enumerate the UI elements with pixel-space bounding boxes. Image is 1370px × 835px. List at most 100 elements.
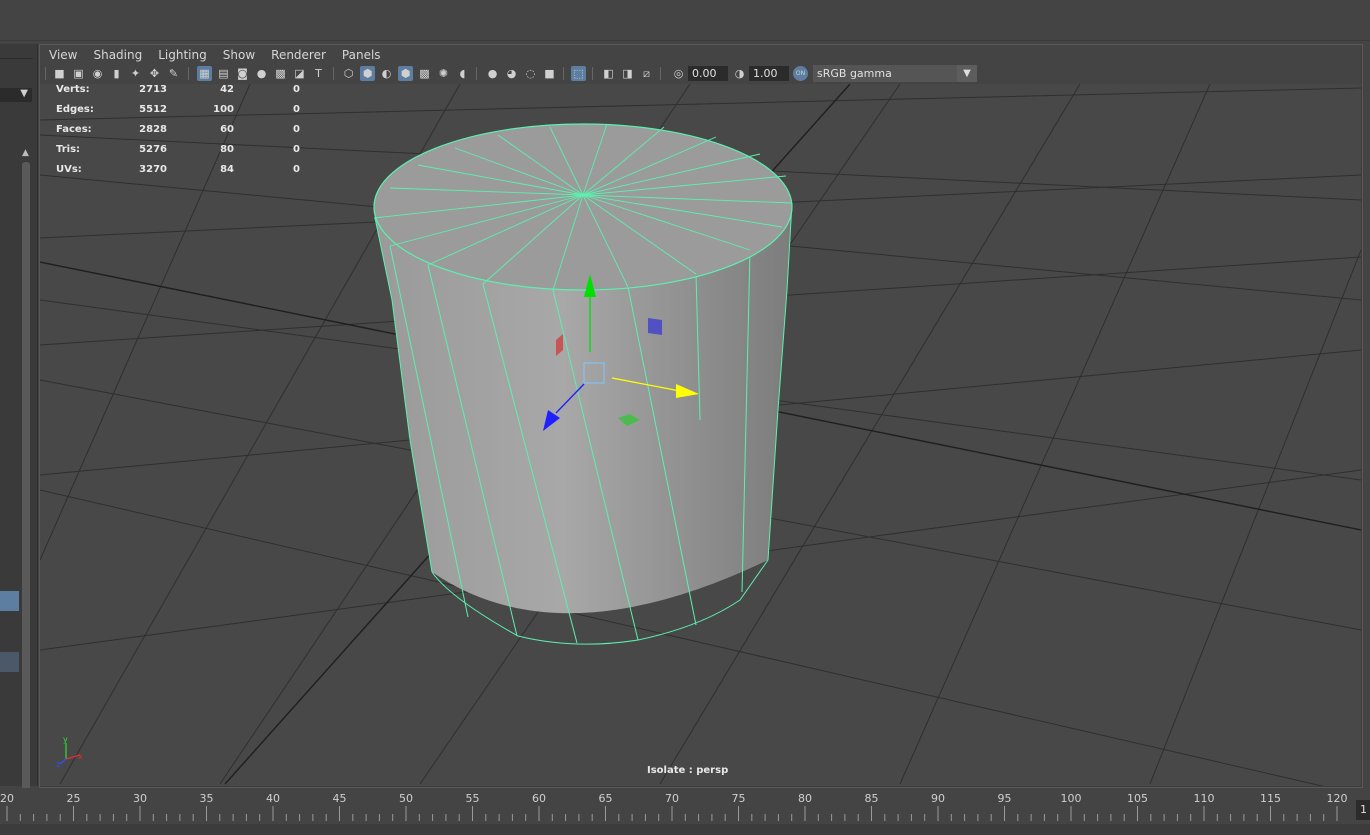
xray-components-icon[interactable]: ⧄ (639, 66, 654, 81)
camera-attributes-icon[interactable]: ▣ (71, 66, 86, 81)
toolbar-separator (476, 67, 477, 80)
toolbar-separator (333, 67, 334, 80)
axis-x-label: x (78, 752, 83, 761)
screen-space-ao-icon[interactable]: ● (485, 66, 500, 81)
polygon-cylinder[interactable] (373, 123, 793, 645)
hud-label: Verts: (56, 84, 90, 95)
hud-selected-value: 84 (220, 164, 234, 175)
frame-tick-label: 90 (931, 792, 945, 805)
menu-lighting[interactable]: Lighting (150, 45, 215, 65)
chevron-down-icon: ▼ (20, 88, 28, 99)
axis-y-label: y (63, 735, 68, 744)
hud-row-edges: Edges: 5512 100 0 (56, 104, 316, 124)
hud-component-value: 0 (293, 124, 300, 135)
hud-component-value: 0 (293, 104, 300, 115)
viewport-menu-bar: View Shading Lighting Show Renderer Pane… (40, 45, 1361, 65)
axis-z-label: z (56, 760, 60, 769)
exposure-field[interactable]: 0.00 (688, 66, 728, 81)
hud-scene-value: 5276 (139, 144, 167, 155)
frame-tick-label: 120 (1326, 792, 1348, 805)
hud-component-value: 0 (293, 144, 300, 155)
panel-scrollbar[interactable] (22, 162, 30, 798)
smooth-shade-icon[interactable]: ⬢ (360, 66, 375, 81)
frame-tick-label: 35 (199, 792, 214, 805)
grease-pencil-icon[interactable]: ✎ (166, 66, 181, 81)
wireframe-icon[interactable]: ⬡ (341, 66, 356, 81)
depth-of-field-icon[interactable]: ■ (542, 66, 557, 81)
menu-shading[interactable]: Shading (85, 45, 150, 65)
menu-show[interactable]: Show (215, 45, 263, 65)
motion-blur-icon[interactable]: ◕ (504, 66, 519, 81)
menu-panels[interactable]: Panels (334, 45, 389, 65)
bookmark-camera-icon[interactable]: ◉ (90, 66, 105, 81)
plane-xy-handle[interactable] (648, 318, 662, 335)
frame-tick-label: 80 (798, 792, 812, 805)
chevron-down-icon[interactable]: ▼ (957, 65, 977, 82)
hud-scene-value: 2828 (139, 124, 167, 135)
film-gate-icon[interactable]: ▤ (216, 66, 231, 81)
current-frame-field[interactable]: 1 (1356, 800, 1370, 820)
hud-selected-value: 80 (220, 144, 234, 155)
hud-label: UVs: (56, 164, 82, 175)
frame-tick-label: 45 (332, 792, 347, 805)
gamma-icon[interactable]: ◑ (732, 66, 747, 81)
panel-divider (0, 58, 33, 59)
hud-selected-value: 42 (220, 84, 234, 95)
toolbar-separator (592, 67, 593, 80)
hud-poly-count: Verts: 2713 42 0 Edges: 5512 100 0 Faces… (56, 84, 316, 184)
textured-icon[interactable]: ▩ (417, 66, 432, 81)
hud-row-uvs: UVs: 3270 84 0 (56, 164, 316, 184)
time-slider[interactable]: 20 25 30 35 40 45 50 55 60 65 70 75 80 85 90 95 100 105 11… (0, 788, 1370, 824)
frame-tick-label: 110 (1193, 792, 1215, 805)
frame-tick-label: 115 (1260, 792, 1281, 805)
frame-tick-label: 95 (997, 792, 1012, 805)
isolate-select-icon[interactable]: ⬚ (571, 66, 586, 81)
panel-dropdown[interactable]: ▼ (0, 88, 32, 102)
frame-tick-label: 100 (1060, 792, 1082, 805)
hud-component-value: 0 (293, 164, 300, 175)
frame-tick-label: 20 (0, 792, 14, 805)
exposure-icon[interactable]: ◎ (671, 66, 686, 81)
frame-tick-label: 65 (598, 792, 613, 805)
camera-select-icon[interactable]: ■ (52, 66, 67, 81)
anti-aliasing-icon[interactable]: ◌ (523, 66, 538, 81)
safe-action-icon[interactable]: ◪ (292, 66, 307, 81)
hud-component-value: 0 (293, 84, 300, 95)
toolbar-separator (660, 67, 661, 80)
scroll-up-arrow-icon[interactable]: ▲ (22, 148, 29, 158)
default-material-icon[interactable]: ◐ (379, 66, 394, 81)
resolution-gate-icon[interactable]: ◙ (235, 66, 250, 81)
gamma-field[interactable]: 1.00 (749, 66, 789, 81)
frame-tick-label: 50 (399, 792, 413, 805)
menu-renderer[interactable]: Renderer (263, 45, 334, 65)
safe-title-icon[interactable]: T (311, 66, 326, 81)
frame-tick-label: 30 (133, 792, 147, 805)
hud-scene-value: 3270 (139, 164, 167, 175)
frame-tick-label: 55 (465, 792, 480, 805)
hud-scene-value: 5512 (139, 104, 167, 115)
image-plane-icon[interactable]: ✦ (128, 66, 143, 81)
xray-icon[interactable]: ◧ (601, 66, 616, 81)
lights-icon[interactable]: ✺ (436, 66, 451, 81)
frame-tick-label: 85 (864, 792, 879, 805)
selected-item-highlight[interactable] (0, 591, 19, 611)
bookmark-icon[interactable]: ▮ (109, 66, 124, 81)
3d-viewport-scene[interactable] (40, 84, 1361, 786)
frame-tick-label: 40 (266, 792, 280, 805)
frame-tick-label: 60 (532, 792, 546, 805)
grid-icon[interactable]: ▦ (197, 66, 212, 81)
toolbar-separator (45, 67, 46, 80)
gate-mask-icon[interactable]: ● (254, 66, 269, 81)
secondary-item-highlight[interactable] (0, 652, 19, 672)
frame-tick-label: 70 (665, 792, 679, 805)
field-chart-icon[interactable]: ▩ (273, 66, 288, 81)
wireframe-on-shaded-icon[interactable]: ⬢ (398, 66, 413, 81)
color-management-toggle[interactable]: ON (793, 66, 808, 81)
color-space-dropdown[interactable]: sRGB gamma (813, 65, 977, 82)
xray-joints-icon[interactable]: ◨ (620, 66, 635, 81)
shadows-icon[interactable]: ◖ (455, 66, 470, 81)
menu-view[interactable]: View (40, 45, 85, 65)
hud-selected-value: 100 (213, 104, 234, 115)
2d-pan-zoom-icon[interactable]: ✥ (147, 66, 162, 81)
frame-tick-label: 75 (731, 792, 746, 805)
